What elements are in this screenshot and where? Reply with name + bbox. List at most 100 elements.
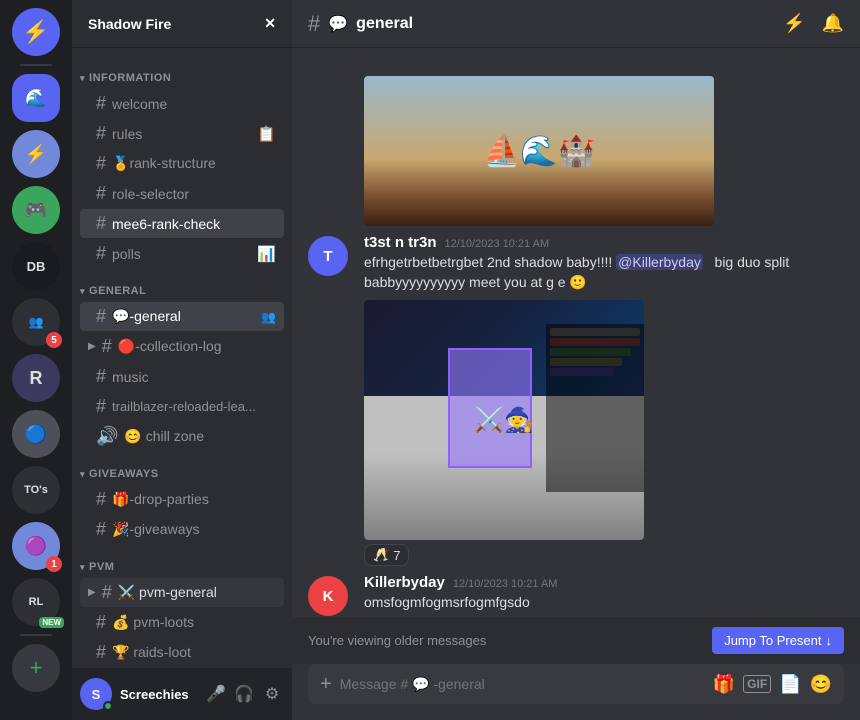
new-badge: NEW: [39, 617, 64, 628]
main-chat: # 💬 general ⚡ 🔔 ⛵🌊🏰 T: [292, 0, 860, 720]
channel-mee6-rank-check[interactable]: # mee6-rank-check: [80, 209, 284, 238]
msg-author-killerbyday[interactable]: Killerbyday: [364, 574, 445, 591]
channel-name: ⚔️ pvm-general: [118, 584, 276, 601]
user-info: Screechies: [120, 687, 196, 702]
add-button[interactable]: +: [320, 673, 332, 696]
server-icon-blue[interactable]: 🔵: [12, 410, 60, 458]
server-divider: [20, 64, 52, 66]
server-dropdown-icon: ✕: [264, 15, 276, 32]
server-icon-rl[interactable]: RL NEW: [12, 578, 60, 626]
channel-name: role-selector: [112, 186, 276, 202]
category-arrow-information: ▾: [80, 73, 85, 84]
channel-drop-parties[interactable]: # 🎁-drop-parties: [80, 485, 284, 514]
category-information[interactable]: ▾ INFORMATION: [72, 56, 292, 88]
add-server-button[interactable]: +: [12, 644, 60, 692]
category-general[interactable]: ▾ GENERAL: [72, 269, 292, 301]
reaction-toast[interactable]: 🥂 7: [364, 544, 409, 566]
channel-list: Shadow Fire ✕ ▾ INFORMATION # welcome # …: [72, 0, 292, 720]
channel-header-name: general: [356, 15, 413, 33]
reaction-count: 7: [393, 548, 400, 563]
mic-button[interactable]: 🎤: [204, 682, 228, 706]
category-giveaways[interactable]: ▾ GIVEAWAYS: [72, 452, 292, 484]
gift-icon[interactable]: 🎁: [713, 674, 735, 695]
input-icons: 🎁 GIF 📄 😊: [713, 674, 832, 695]
mention-killerbyday[interactable]: @Killerbyday: [616, 254, 703, 270]
message-group-t3st-1: T t3st n tr3n 12/10/2023 10:21 AM efrhge…: [292, 232, 860, 568]
channel-chill-zone[interactable]: 🔊 😊 chill zone: [80, 422, 284, 451]
ui-bar-4: [550, 358, 622, 366]
channel-name: mee6-rank-check: [112, 216, 276, 232]
threads-icon[interactable]: ⚡: [783, 13, 805, 34]
channel-general[interactable]: # 💬-general 👥: [80, 302, 284, 331]
game-image: ⚔️🧙: [364, 300, 764, 540]
emoji-icon[interactable]: 😊: [810, 674, 832, 695]
headset-button[interactable]: 🎧: [232, 682, 256, 706]
hash-icon: #: [96, 183, 106, 204]
jump-to-present-button[interactable]: Jump To Present ↓: [712, 627, 844, 654]
channel-raids-loot[interactable]: # 🏆 raids-loot: [80, 638, 284, 667]
polls-icon: 📊: [257, 245, 276, 263]
category-label-general: GENERAL: [89, 285, 146, 297]
ship-emoji: ⛵🌊🏰: [483, 134, 595, 169]
channel-pvm-loots[interactable]: # 💰 pvm-loots: [80, 608, 284, 637]
channel-pvm-general[interactable]: ▶ # ⚔️ pvm-general: [80, 578, 284, 607]
server-icon-5[interactable]: 👥 5: [12, 298, 60, 346]
category-arrow-pvm: ▾: [80, 562, 85, 573]
older-text: You're viewing older messages: [308, 633, 486, 648]
server-icon-db[interactable]: DB: [12, 242, 60, 290]
sticker-icon[interactable]: 📄: [779, 674, 801, 695]
server-icon-shadow-fire[interactable]: 🌊: [12, 74, 60, 122]
channel-giveaways[interactable]: # 🎉-giveaways: [80, 515, 284, 544]
channel-music[interactable]: # music: [80, 362, 284, 391]
server-icon-r[interactable]: R: [12, 354, 60, 402]
game-ui-panel: [546, 324, 644, 492]
server-name: Shadow Fire: [88, 16, 171, 32]
username: Screechies: [120, 687, 196, 702]
avatar-t3st: T: [308, 236, 348, 276]
hash-icon: #: [102, 336, 112, 357]
channel-polls[interactable]: # polls 📊: [80, 239, 284, 268]
channel-name: 😊 chill zone: [124, 428, 276, 445]
hash-icon: #: [96, 243, 106, 264]
msg-author-t3st[interactable]: t3st n tr3n: [364, 234, 437, 251]
channel-rules[interactable]: # rules 📋: [80, 119, 284, 148]
category-arrow-general: ▾: [80, 286, 85, 297]
message-input-area: + 🎁 GIF 📄 😊: [292, 664, 860, 720]
msg-header-t3st-1: t3st n tr3n 12/10/2023 10:21 AM: [364, 234, 844, 251]
ui-bar-5: [550, 368, 613, 376]
message-input-box: + 🎁 GIF 📄 😊: [308, 664, 844, 704]
server-header[interactable]: Shadow Fire ✕: [72, 0, 292, 48]
server-icon-purple[interactable]: 🟣 1: [12, 522, 60, 570]
category-label-giveaways: GIVEAWAYS: [89, 468, 159, 480]
channel-welcome[interactable]: # welcome: [80, 89, 284, 118]
message-input[interactable]: [340, 664, 705, 704]
channel-name: trailblazer-reloaded-lea...: [112, 399, 276, 414]
messages-area: ⛵🌊🏰 T t3st n tr3n 12/10/2023 10:21 AM ef…: [292, 48, 860, 617]
channel-trailblazer[interactable]: # trailblazer-reloaded-lea...: [80, 392, 284, 421]
gif-icon[interactable]: GIF: [743, 675, 771, 693]
ui-bar-3: [550, 348, 631, 356]
hash-icon: #: [96, 93, 106, 114]
channel-rank-structure[interactable]: # 🏅rank-structure: [80, 149, 284, 178]
notification-bell-icon[interactable]: 🔔: [822, 13, 844, 34]
category-pvm[interactable]: ▾ PVM: [72, 545, 292, 577]
server-badge-purple: 1: [46, 556, 62, 572]
server-icon-3[interactable]: 🎮: [12, 186, 60, 234]
channel-role-selector[interactable]: # role-selector: [80, 179, 284, 208]
server-icon-2[interactable]: ⚡: [12, 130, 60, 178]
game-image-placeholder: ⚔️🧙: [364, 300, 644, 540]
server-icon-to[interactable]: TO's: [12, 466, 60, 514]
avatar-placeholder: [308, 68, 348, 226]
hash-icon: #: [96, 489, 106, 510]
hash-icon: #: [96, 519, 106, 540]
channel-name: 💬-general: [112, 308, 255, 325]
user-area: S Screechies 🎤 🎧 ⚙: [72, 668, 292, 720]
reaction-emoji: 🥂: [373, 547, 389, 563]
hash-icon: #: [96, 123, 106, 144]
channel-collection-log[interactable]: ▶ # 🔴-collection-log: [80, 332, 284, 361]
channel-name: polls: [112, 246, 251, 262]
chat-header: # 💬 general ⚡ 🔔: [292, 0, 860, 48]
settings-button[interactable]: ⚙: [260, 682, 284, 706]
server-badge-5: 5: [46, 332, 62, 348]
discord-home-button[interactable]: ⚡: [12, 8, 60, 56]
